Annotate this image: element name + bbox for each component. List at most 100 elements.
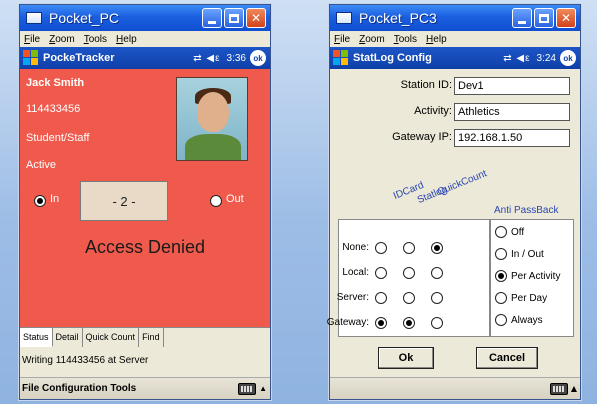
person-role: Student/Staff bbox=[26, 132, 90, 144]
tab-find[interactable]: Find bbox=[139, 328, 164, 347]
close-button[interactable]: ✕ bbox=[246, 8, 266, 28]
pocketpc-navbar: PockeTracker ⇄ ◀ε 3:36 ok bbox=[20, 47, 270, 69]
menu-file[interactable]: File bbox=[334, 34, 350, 45]
radio-gateway-idcard[interactable] bbox=[375, 317, 387, 329]
tab-status[interactable]: Status bbox=[20, 328, 53, 347]
window-title: Pocket_PC bbox=[49, 10, 120, 26]
in-radio[interactable] bbox=[34, 195, 46, 207]
activity-label: Activity: bbox=[414, 105, 452, 117]
anti-passback-in-out[interactable]: In / Out bbox=[495, 248, 544, 260]
option-label: Per Activity bbox=[511, 270, 561, 282]
tab-quick-count[interactable]: Quick Count bbox=[82, 328, 140, 347]
radio-server-idcard[interactable] bbox=[375, 292, 387, 304]
radio-none-quickcount[interactable] bbox=[431, 242, 443, 254]
row-label-local: Local: bbox=[342, 267, 369, 278]
activity-field[interactable]: Athletics bbox=[454, 103, 570, 121]
menu-help[interactable]: Help bbox=[116, 34, 137, 45]
anti-passback-off[interactable]: Off bbox=[495, 226, 524, 238]
sip-arrow-icon[interactable]: ▲ bbox=[259, 384, 267, 393]
person-name: Jack Smith bbox=[26, 77, 85, 89]
direction-selector: In - 2 - Out bbox=[20, 181, 270, 221]
title-bar[interactable]: Pocket_PC3 ✕ bbox=[330, 5, 580, 31]
menu-zoom[interactable]: Zoom bbox=[49, 34, 75, 45]
person-id: 114433456 bbox=[26, 103, 81, 115]
command-bar: File Configuration Tools ▲ bbox=[20, 377, 270, 399]
ok-dialog-button[interactable]: Ok bbox=[378, 347, 434, 369]
clock[interactable]: 3:24 bbox=[537, 53, 556, 64]
access-message: Access Denied bbox=[84, 237, 206, 257]
radio-local-idcard[interactable] bbox=[375, 267, 387, 279]
close-button[interactable]: ✕ bbox=[556, 8, 576, 28]
radio-gateway-statlog[interactable] bbox=[403, 317, 415, 329]
cancel-button[interactable]: Cancel bbox=[476, 347, 538, 369]
connectivity-volume-icon[interactable]: ⇄ ◀ε bbox=[193, 53, 220, 64]
config-panel: Station ID: Dev1 Activity: Athletics Gat… bbox=[327, 69, 580, 377]
keyboard-icon[interactable] bbox=[238, 382, 257, 395]
window-icon bbox=[336, 12, 352, 24]
menu-zoom[interactable]: Zoom bbox=[359, 34, 385, 45]
station-id-label: Station ID: bbox=[400, 79, 452, 91]
ok-button[interactable]: ok bbox=[250, 50, 266, 66]
radio-server-statlog[interactable] bbox=[403, 292, 415, 304]
close-icon: ✕ bbox=[250, 11, 262, 25]
radio-gateway-quickcount[interactable] bbox=[431, 317, 443, 329]
maximize-button[interactable] bbox=[224, 8, 244, 28]
radio-off[interactable] bbox=[495, 226, 507, 238]
tab-detail[interactable]: Detail bbox=[52, 328, 83, 347]
radio-local-statlog[interactable] bbox=[403, 267, 415, 279]
menu-help[interactable]: Help bbox=[426, 34, 447, 45]
anti-passback-always[interactable]: Always bbox=[495, 314, 543, 326]
radio-none-statlog[interactable] bbox=[403, 242, 415, 254]
counter-display: - 2 - bbox=[80, 181, 168, 221]
anti-passback-per-activity[interactable]: Per Activity bbox=[495, 270, 560, 282]
in-label: In bbox=[50, 193, 60, 205]
station-id-field[interactable]: Dev1 bbox=[454, 77, 570, 95]
maximize-button[interactable] bbox=[534, 8, 554, 28]
gateway-ip-field[interactable]: 192.168.1.50 bbox=[454, 129, 570, 147]
sip-arrow-icon[interactable]: ▲ bbox=[571, 384, 577, 393]
title-bar[interactable]: Pocket_PC ✕ bbox=[20, 5, 270, 31]
minimize-icon bbox=[208, 20, 216, 24]
keyboard-icon[interactable] bbox=[549, 382, 568, 395]
connectivity-volume-icon[interactable]: ⇄ ◀ε bbox=[503, 53, 530, 64]
start-flag-icon[interactable] bbox=[23, 50, 39, 66]
pocketpc-navbar: StatLog Config ⇄ ◀ε 3:24 ok bbox=[330, 47, 580, 69]
pocketpc-window-left: Pocket_PC ✕ File Zoom Tools Help PockeTr… bbox=[19, 4, 271, 400]
app-title: StatLog Config bbox=[353, 52, 432, 64]
anti-passback-per-day[interactable]: Per Day bbox=[495, 292, 547, 304]
radio-always[interactable] bbox=[495, 314, 507, 326]
status-line: Writing 114433456 at Server bbox=[20, 353, 270, 369]
radio-per-day[interactable] bbox=[495, 292, 507, 304]
access-panel: Jack Smith 114433456 Student/Staff Activ… bbox=[20, 69, 270, 327]
option-label: Off bbox=[511, 226, 525, 238]
menu-tools[interactable]: Tools bbox=[84, 34, 107, 45]
command-menu[interactable]: File Configuration Tools bbox=[22, 383, 238, 394]
radio-none-idcard[interactable] bbox=[375, 242, 387, 254]
radio-local-quickcount[interactable] bbox=[431, 267, 443, 279]
maximize-icon bbox=[229, 13, 239, 23]
minimize-button[interactable] bbox=[202, 8, 222, 28]
minimize-icon bbox=[518, 20, 526, 24]
mode-grid: None: Local: Server: Gateway: bbox=[327, 219, 490, 337]
radio-in-out[interactable] bbox=[495, 248, 507, 260]
tab-strip: Status Detail Quick Count Find bbox=[20, 327, 270, 347]
option-label: Always bbox=[511, 314, 543, 326]
radio-server-quickcount[interactable] bbox=[431, 292, 443, 304]
ok-button[interactable]: ok bbox=[560, 50, 576, 66]
person-photo bbox=[176, 77, 248, 161]
out-radio[interactable] bbox=[210, 195, 222, 207]
menu-tools[interactable]: Tools bbox=[394, 34, 417, 45]
row-label-gateway: Gateway: bbox=[326, 317, 369, 328]
clock[interactable]: 3:36 bbox=[227, 53, 246, 64]
maximize-icon bbox=[539, 13, 549, 23]
minimize-button[interactable] bbox=[512, 8, 532, 28]
window-icon bbox=[26, 12, 42, 24]
radio-per-activity[interactable] bbox=[495, 270, 507, 282]
start-flag-icon[interactable] bbox=[333, 50, 349, 66]
menu-bar: File Zoom Tools Help bbox=[330, 31, 580, 47]
column-header-quickcount: QuickCount bbox=[435, 168, 489, 198]
option-label: In / Out bbox=[511, 248, 544, 260]
row-label-none: None: bbox=[342, 242, 369, 253]
menu-file[interactable]: File bbox=[24, 34, 40, 45]
gateway-ip-label: Gateway IP: bbox=[392, 131, 452, 143]
